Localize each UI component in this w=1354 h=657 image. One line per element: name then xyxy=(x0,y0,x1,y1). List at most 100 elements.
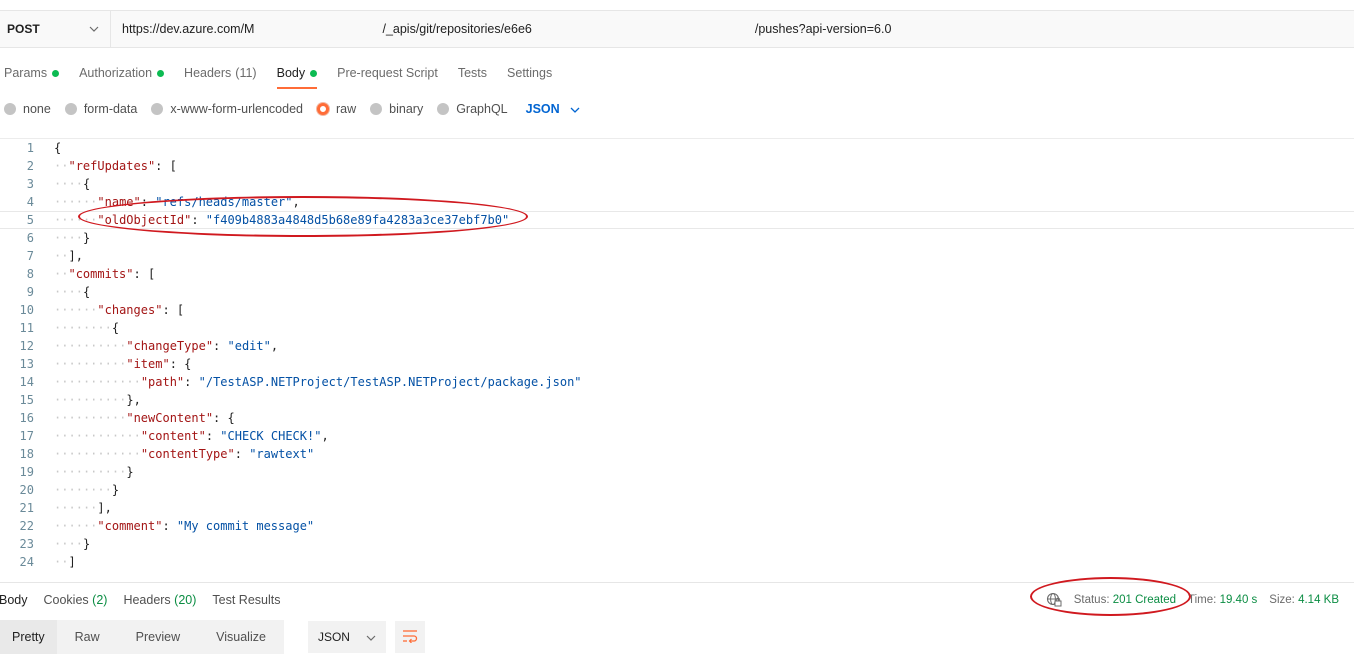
radio-x-www-form-urlencoded[interactable]: x-www-form-urlencoded xyxy=(151,102,303,116)
view-tab-pretty[interactable]: Pretty xyxy=(0,620,57,654)
line-number: 9 xyxy=(26,285,34,299)
radio-circle-icon xyxy=(437,103,450,115)
method-dropdown[interactable]: POST xyxy=(0,11,111,47)
response-format-label: JSON xyxy=(317,630,350,644)
code-line[interactable]: 1{ xyxy=(0,139,1354,157)
wrap-lines-button[interactable] xyxy=(394,621,425,653)
radio-label: x-www-form-urlencoded xyxy=(170,102,303,116)
code-line[interactable]: 15 ··········}, xyxy=(0,391,1354,409)
code-line[interactable]: 21 ······], xyxy=(0,499,1354,517)
tab-params[interactable]: Params xyxy=(4,62,60,84)
code-line[interactable]: 4 ······"name": "refs/heads/master", xyxy=(0,193,1354,211)
method-label: POST xyxy=(7,22,40,36)
tab-tests[interactable]: Tests xyxy=(458,62,487,84)
code-line[interactable]: 3 ····{ xyxy=(0,175,1354,193)
status-dot-icon xyxy=(157,69,165,77)
size-label: Size: xyxy=(1269,594,1295,606)
radio-graphql[interactable]: GraphQL xyxy=(437,102,508,116)
chevron-down-icon xyxy=(570,102,580,116)
line-number: 7 xyxy=(26,249,34,263)
response-tab-cookies[interactable]: Cookies (2) xyxy=(44,593,108,607)
line-number: 4 xyxy=(26,195,34,209)
code-line[interactable]: 20 ········} xyxy=(0,481,1354,499)
response-meta: Status: 201 Created Time: 19.40 s Size: … xyxy=(1046,583,1339,617)
code-text: ··········} xyxy=(54,465,134,479)
code-line[interactable]: 10 ······"changes": [ xyxy=(0,301,1354,319)
radio-label: form-data xyxy=(83,102,138,116)
language-label: JSON xyxy=(525,102,560,116)
code-line[interactable]: 18 ············"contentType": "rawtext" xyxy=(0,445,1354,463)
radio-circle-icon xyxy=(370,103,383,115)
code-text: ······"name": "refs/heads/master", xyxy=(54,195,300,209)
response-tab-body[interactable]: Body xyxy=(0,593,28,607)
status-info[interactable]: Status: 201 Created xyxy=(1074,594,1176,606)
response-tab-headers[interactable]: Headers (20) xyxy=(123,593,196,607)
code-line[interactable]: 9 ····{ xyxy=(0,283,1354,301)
tab-label: Params xyxy=(4,66,48,80)
radio-none[interactable]: none xyxy=(4,102,51,116)
code-text: ··········}, xyxy=(54,393,141,407)
wrap-lines-icon xyxy=(402,629,418,646)
code-line[interactable]: 17 ············"content": "CHECK CHECK!", xyxy=(0,427,1354,445)
code-text: ············"path": "/TestASP.NETProject… xyxy=(54,375,582,389)
url-input[interactable]: https://dev.azure.com/M /_apis/git/repos… xyxy=(111,11,1354,47)
response-tab-label: Test Results xyxy=(212,592,281,607)
view-mode-tabs: Pretty Raw Preview Visualize xyxy=(0,620,284,654)
line-number: 2 xyxy=(26,159,34,173)
line-number: 6 xyxy=(26,231,34,245)
request-url-bar: POST https://dev.azure.com/M /_apis/git/… xyxy=(0,10,1354,48)
response-tab-label: Cookies xyxy=(43,592,89,607)
code-line[interactable]: 23 ····} xyxy=(0,535,1354,553)
code-line[interactable]: 8 ··"commits": [ xyxy=(0,265,1354,283)
tab-pre-request-script[interactable]: Pre-request Script xyxy=(337,62,438,84)
radio-raw[interactable]: raw xyxy=(317,102,356,116)
code-text: ······], xyxy=(54,501,112,515)
line-number: 13 xyxy=(19,357,34,371)
radio-form-data[interactable]: form-data xyxy=(64,102,138,116)
line-number: 21 xyxy=(19,501,34,515)
code-text: ············"contentType": "rawtext" xyxy=(54,447,315,461)
radio-circle-icon xyxy=(317,103,329,115)
code-line[interactable]: 19 ··········} xyxy=(0,463,1354,481)
line-number: 16 xyxy=(19,411,34,425)
view-tab-visualize[interactable]: Visualize xyxy=(198,620,284,654)
tab-authorization[interactable]: Authorization xyxy=(79,62,165,84)
tab-headers[interactable]: Headers (11) xyxy=(184,62,257,84)
tab-count: (11) xyxy=(235,66,257,80)
code-text: ······"comment": "My commit message" xyxy=(54,519,315,533)
code-line[interactable]: 5 ······"oldObjectId": "f409b4883a4848d5b… xyxy=(0,211,1354,229)
size-info[interactable]: Size: 4.14 KB xyxy=(1269,594,1339,606)
code-line[interactable]: 16 ··········"newContent": { xyxy=(0,409,1354,427)
code-line[interactable]: 7 ··], xyxy=(0,247,1354,265)
code-line[interactable]: 22 ······"comment": "My commit message" xyxy=(0,517,1354,535)
tab-settings[interactable]: Settings xyxy=(507,62,552,84)
code-line[interactable]: 11 ········{ xyxy=(0,319,1354,337)
tab-label: Body xyxy=(276,66,306,80)
code-line[interactable]: 24 ··] xyxy=(0,553,1354,571)
status-dot-icon xyxy=(310,69,318,77)
code-line[interactable]: 14 ············"path": "/TestASP.NETProje… xyxy=(0,373,1354,391)
line-number: 11 xyxy=(19,321,34,335)
line-number: 12 xyxy=(19,339,34,353)
radio-label: GraphQL xyxy=(456,102,508,116)
response-tab-test-results[interactable]: Test Results xyxy=(212,593,280,607)
tab-label: Tests xyxy=(457,66,488,80)
code-line[interactable]: 13 ··········"item": { xyxy=(0,355,1354,373)
tab-body[interactable]: Body xyxy=(276,62,318,89)
response-format-dropdown[interactable]: JSON xyxy=(307,621,386,653)
language-dropdown[interactable]: JSON xyxy=(526,102,580,116)
view-tab-preview[interactable]: Preview xyxy=(117,620,199,654)
time-info[interactable]: Time: 19.40 s xyxy=(1188,594,1257,606)
url-text-middle: /_apis/git/repositories/e6e6 xyxy=(382,22,532,36)
request-body-editor[interactable]: 1{2 ··"refUpdates": [3 ····{ 4 ······"name":… xyxy=(0,138,1354,575)
line-number: 19 xyxy=(19,465,34,479)
response-view-toolbar: Pretty Raw Preview Visualize JSON xyxy=(0,620,425,654)
radio-binary[interactable]: binary xyxy=(370,102,423,116)
code-line[interactable]: 2 ··"refUpdates": [ xyxy=(0,157,1354,175)
chevron-down-icon xyxy=(366,630,376,644)
code-line[interactable]: 12 ··········"changeType": "edit", xyxy=(0,337,1354,355)
globe-lock-icon[interactable] xyxy=(1046,592,1062,608)
view-tab-raw[interactable]: Raw xyxy=(56,620,118,654)
time-label: Time: xyxy=(1188,594,1217,606)
code-line[interactable]: 6 ····} xyxy=(0,229,1354,247)
